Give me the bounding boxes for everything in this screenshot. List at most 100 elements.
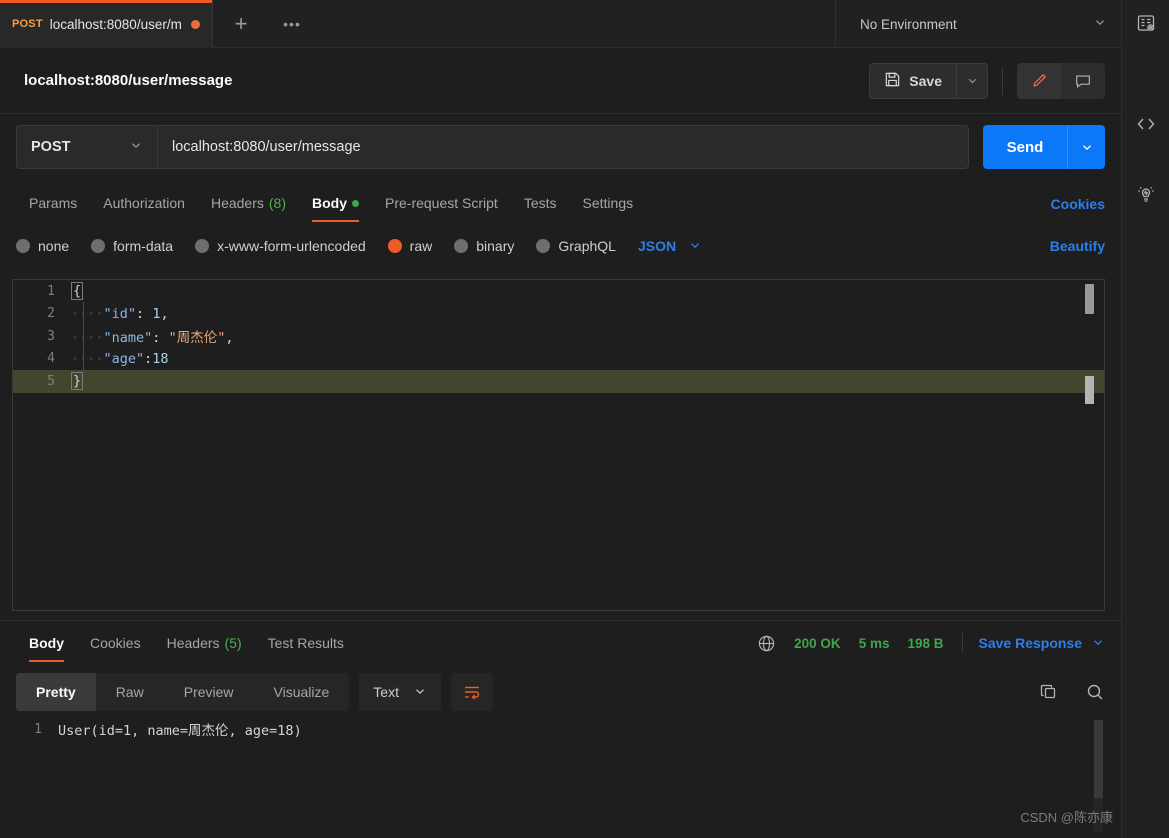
tab-pre-request-script[interactable]: Pre-request Script [372,184,511,222]
send-options-button[interactable] [1067,125,1105,169]
body-type-form-data[interactable]: form-data [91,238,173,254]
response-tab-headers[interactable]: Headers (5) [154,624,255,662]
chevron-down-icon [688,238,702,255]
response-format-select[interactable]: Text [359,673,441,711]
search-icon[interactable] [1085,682,1105,702]
environment-name-label: No Environment [860,16,957,32]
copy-icon[interactable] [1039,682,1059,702]
response-tab-test-results[interactable]: Test Results [255,624,357,662]
response-scrollbar-thumb[interactable] [1094,720,1103,798]
view-mode-pretty[interactable]: Pretty [16,673,96,711]
save-response-label: Save Response [978,635,1083,651]
url-bar: POST Send [0,114,1121,180]
request-tab[interactable]: POST localhost:8080/user/m [0,0,213,48]
environment-selector[interactable]: No Environment [835,0,1121,48]
tab-more-options-button[interactable]: ••• [269,0,315,48]
http-method-select[interactable]: POST [16,125,157,169]
tab-label: Authorization [103,195,185,211]
whitespace-dots: ···· [71,330,104,347]
divider [961,633,963,653]
body-type-binary[interactable]: binary [454,238,514,254]
tab-label: Params [29,195,78,211]
code-content: } [71,372,84,391]
tab-headers[interactable]: Headers (8) [198,184,299,222]
json-string: "周杰伦" [168,330,226,347]
environment-quick-look-icon[interactable] [1122,0,1169,48]
radio-label: binary [476,238,515,254]
send-button[interactable]: Send [983,125,1067,169]
view-mode-raw[interactable]: Raw [96,673,164,711]
edit-request-button[interactable] [1017,62,1061,99]
response-tab-cookies[interactable]: Cookies [77,624,154,662]
chevron-down-icon [413,684,427,701]
tab-body[interactable]: Body [299,184,372,222]
radio-icon [195,239,210,253]
response-tab-body[interactable]: Body [16,624,77,662]
editor-scrollbar-thumb[interactable] [1085,284,1094,314]
tab-bar: POST localhost:8080/user/m + ••• No Envi… [0,0,1121,48]
response-section-tabs: Body Cookies Headers (5) Test Results 20… [0,620,1121,665]
save-button-label: Save [909,72,942,89]
watermark: CSDN @陈亦康 [1020,810,1113,825]
url-input[interactable] [157,125,969,169]
code-icon[interactable] [1122,100,1169,148]
radio-icon [536,239,551,253]
save-response-button[interactable]: Save Response [979,635,1106,652]
tab-tests[interactable]: Tests [511,184,570,222]
http-method-label: POST [31,139,71,155]
body-type-graphql[interactable]: GraphQL [536,238,616,254]
tab-label: Headers [166,635,220,651]
response-size: 198 B [907,635,944,651]
beautify-link[interactable]: Beautify [1050,238,1105,254]
code-content: ····"age":18 [71,351,169,367]
tab-params[interactable]: Params [16,184,90,222]
comment-button[interactable] [1061,63,1105,99]
json-key: "id" [103,305,137,322]
editor-scrollbar[interactable] [1083,280,1095,610]
wrap-lines-icon[interactable] [450,673,493,711]
response-toolbar: Pretty Raw Preview Visualize Text [0,666,1121,718]
line-number: 1 [34,721,42,737]
body-type-raw[interactable]: raw [387,238,433,254]
json-comma: , [225,330,234,347]
close-brace: } [71,372,84,391]
body-present-dot-icon [352,199,359,207]
json-comma: , [160,305,169,322]
raw-format-label: JSON [637,238,677,254]
unsaved-dot-icon [191,19,200,29]
body-type-none[interactable]: none [16,238,69,254]
code-content: ····"id": 1, [71,306,169,322]
cookies-link[interactable]: Cookies [1051,196,1105,222]
chevron-down-icon [1093,15,1107,34]
tab-label: Body [312,195,347,211]
body-type-urlencoded[interactable]: x-www-form-urlencoded [195,238,366,254]
divider [1002,66,1003,95]
request-body-editor[interactable]: 1 { 2 ····"id": 1, 3 ····"name": "周杰伦", … [12,279,1105,611]
tab-authorization[interactable]: Authorization [90,184,198,222]
save-button[interactable]: Save [869,62,956,99]
radio-label: GraphQL [558,238,616,254]
raw-format-select[interactable]: JSON [638,238,702,255]
new-tab-button[interactable]: + [213,0,269,48]
send-group: Send [983,125,1105,169]
response-body-text: User(id=1, name=周杰伦, age=18) [58,723,302,739]
response-body-viewer[interactable]: 1 User(id=1, name=周杰伦, age=18) [0,718,1121,838]
tab-settings[interactable]: Settings [570,184,647,222]
view-mode-preview[interactable]: Preview [164,673,254,711]
lightbulb-icon[interactable] [1122,170,1169,218]
body-type-row: none form-data x-www-form-urlencoded raw… [0,228,1121,264]
response-time: 5 ms [858,635,890,651]
view-mode-visualize[interactable]: Visualize [254,673,350,711]
name-bar-actions: Save [869,62,1105,99]
code-line: 4 ····"age":18 [13,348,1104,371]
radio-label: raw [409,238,433,254]
radio-label: none [38,238,70,254]
response-meta: 200 OK 5 ms 198 B Save Response [757,633,1105,653]
view-toggle-group [1017,62,1105,99]
tab-title-label: localhost:8080/user/m [49,16,182,32]
postman-window: POST localhost:8080/user/m + ••• No Envi… [0,0,1169,838]
line-number: 5 [47,373,55,389]
json-key: "name" [103,330,153,347]
status-badge: 200 OK [794,635,841,651]
save-options-button[interactable] [956,62,988,99]
